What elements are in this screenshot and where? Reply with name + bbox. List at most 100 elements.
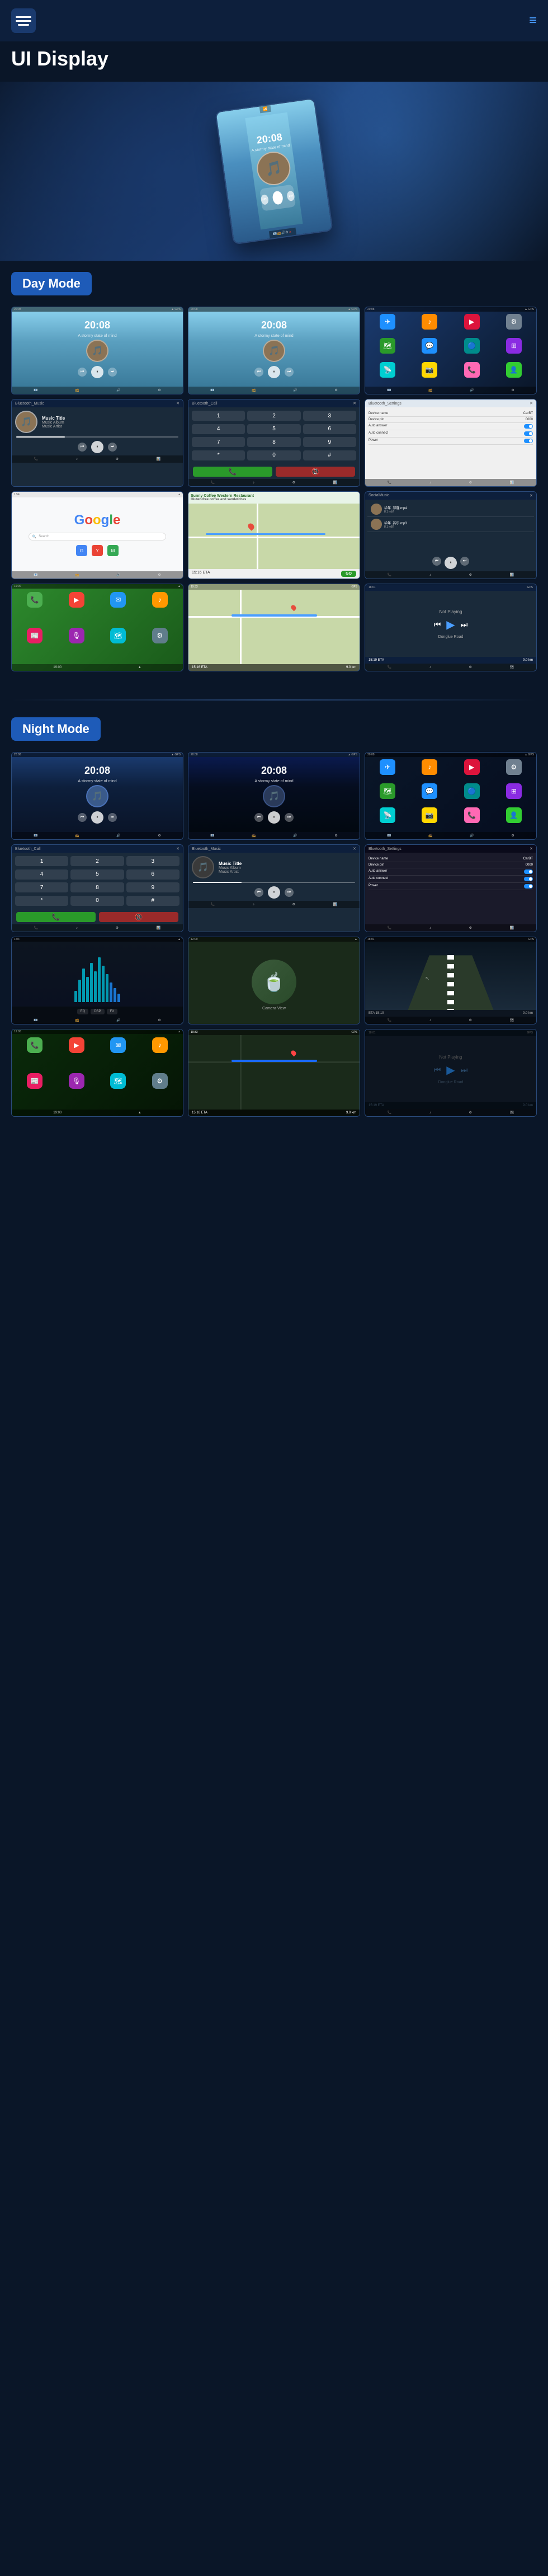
day-google-shortcut-2[interactable]: Y — [92, 545, 103, 556]
night-app-camera[interactable]: 📷 — [422, 807, 437, 823]
day-num-2[interactable]: 2 — [247, 411, 300, 421]
night-bt-music-close[interactable]: ✕ — [353, 847, 356, 851]
night-bt-settings-close[interactable]: ✕ — [530, 847, 533, 851]
night-bt-call-close[interactable]: ✕ — [176, 847, 179, 851]
night-app-extra[interactable]: ⊞ — [506, 783, 522, 799]
night-bt-play[interactable]: ⏸ — [268, 886, 280, 899]
day-google-search-bar[interactable]: 🔍 Search — [29, 533, 167, 540]
day-bt-auto-answer-toggle[interactable] — [524, 424, 533, 429]
day-google-shortcut-3[interactable]: M — [107, 545, 119, 556]
night-bt-auto-connect-toggle[interactable] — [524, 877, 533, 881]
day-social-item-1[interactable]: 华年_祁隆.mp4 8.1 mb? — [367, 502, 534, 517]
night-app-music[interactable]: ♪ — [422, 759, 437, 775]
night-bt-power-toggle[interactable] — [524, 884, 533, 889]
day-end-btn[interactable]: 📵 — [276, 467, 355, 477]
day-launch-settings[interactable]: ⚙ — [152, 628, 168, 643]
night-app-maps[interactable]: 🗺 — [380, 783, 395, 799]
day-next-2[interactable]: ⏭ — [285, 368, 294, 377]
night-num-0[interactable]: 0 — [70, 896, 124, 906]
night-np-prev[interactable]: ⏮ — [434, 1065, 441, 1075]
day-call-btn[interactable]: 📞 — [193, 467, 272, 477]
night-num-3[interactable]: 3 — [126, 856, 179, 866]
night-app-social[interactable]: 👤 — [506, 807, 522, 823]
day-launch-messages[interactable]: ✉ — [110, 592, 126, 608]
day-num-7[interactable]: 7 — [192, 437, 245, 447]
hero-prev-btn[interactable]: ⏮ — [260, 194, 269, 205]
hero-pause-btn[interactable]: ⏸ — [272, 190, 284, 205]
night-launch-news[interactable]: 📰 — [27, 1073, 42, 1089]
night-launch-phone[interactable]: 📞 — [27, 1037, 42, 1053]
night-prev-1[interactable]: ⏮ — [78, 813, 87, 822]
night-app-youtube[interactable]: ▶ — [464, 759, 480, 775]
night-launch-podcasts[interactable]: 🎙 — [69, 1073, 84, 1089]
day-launch-maps[interactable]: 🗺 — [110, 628, 126, 643]
night-next-1[interactable]: ⏭ — [108, 813, 117, 822]
menu-icon[interactable]: ≡ — [529, 13, 537, 29]
day-app-wechat[interactable]: 💬 — [422, 338, 437, 354]
day-google-shortcut-1[interactable]: G — [76, 545, 87, 556]
day-bt-power-toggle[interactable] — [524, 439, 533, 443]
night-num-1[interactable]: 1 — [15, 856, 68, 866]
day-app-bt[interactable]: 🔵 — [464, 338, 480, 354]
night-eq-ctrl-3[interactable]: FX — [107, 1009, 118, 1014]
day-num-1[interactable]: 1 — [192, 411, 245, 421]
night-launch-music[interactable]: ♪ — [152, 1037, 168, 1053]
night-app-wechat[interactable]: 💬 — [422, 783, 437, 799]
night-launch-messages[interactable]: ✉ — [110, 1037, 126, 1053]
day-social-item-2[interactable]: 华年_其乐.mp3 8.1 mb? — [367, 517, 534, 532]
day-app-maps[interactable]: 🗺 — [380, 338, 395, 354]
day-app-social[interactable]: 👤 — [506, 362, 522, 378]
day-app-telegram[interactable]: ✈ — [380, 314, 395, 330]
night-bt-auto-answer-toggle[interactable] — [524, 869, 533, 874]
day-prev-2[interactable]: ⏮ — [254, 368, 263, 377]
day-app-settings[interactable]: ⚙ — [506, 314, 522, 330]
night-num-star[interactable]: * — [15, 896, 68, 906]
day-num-5[interactable]: 5 — [247, 424, 300, 434]
day-np-prev[interactable]: ⏮ — [434, 620, 441, 629]
day-bt-prev[interactable]: ⏮ — [78, 443, 87, 452]
night-num-7[interactable]: 7 — [15, 882, 68, 892]
night-num-2[interactable]: 2 — [70, 856, 124, 866]
night-app-phone[interactable]: 📞 — [464, 807, 480, 823]
night-num-6[interactable]: 6 — [126, 869, 179, 880]
day-app-wifi[interactable]: 📡 — [380, 362, 395, 378]
day-num-9[interactable]: 9 — [303, 437, 356, 447]
day-app-camera[interactable]: 📷 — [422, 362, 437, 378]
night-num-8[interactable]: 8 — [70, 882, 124, 892]
day-play-1[interactable]: ⏸ — [91, 366, 103, 378]
night-play-2[interactable]: ⏸ — [268, 811, 280, 824]
day-social-next[interactable]: ⏭ — [460, 557, 469, 566]
day-launch-youtube[interactable]: ▶ — [69, 592, 84, 608]
day-app-phone[interactable]: 📞 — [464, 362, 480, 378]
night-app-settings[interactable]: ⚙ — [506, 759, 522, 775]
day-launch-news[interactable]: 📰 — [27, 628, 42, 643]
day-num-8[interactable]: 8 — [247, 437, 300, 447]
night-num-9[interactable]: 9 — [126, 882, 179, 892]
day-num-hash[interactable]: # — [303, 450, 356, 460]
day-bt-auto-connect-toggle[interactable] — [524, 431, 533, 436]
day-launch-phone[interactable]: 📞 — [27, 592, 42, 608]
day-play-2[interactable]: ⏸ — [268, 366, 280, 378]
night-eq-ctrl-1[interactable]: EQ — [77, 1009, 89, 1014]
day-next-1[interactable]: ⏭ — [108, 368, 117, 377]
night-num-4[interactable]: 4 — [15, 869, 68, 880]
day-num-4[interactable]: 4 — [192, 424, 245, 434]
night-next-2[interactable]: ⏭ — [285, 813, 294, 822]
night-app-wifi[interactable]: 📡 — [380, 807, 395, 823]
day-app-youtube[interactable]: ▶ — [464, 314, 480, 330]
day-prev-1[interactable]: ⏮ — [78, 368, 87, 377]
day-num-6[interactable]: 6 — [303, 424, 356, 434]
night-np-next[interactable]: ⏭ — [461, 1065, 468, 1075]
night-end-btn[interactable]: 📵 — [99, 912, 178, 922]
night-launch-youtube[interactable]: ▶ — [69, 1037, 84, 1053]
night-num-5[interactable]: 5 — [70, 869, 124, 880]
day-num-star[interactable]: * — [192, 450, 245, 460]
day-go-button[interactable]: GO — [341, 571, 356, 577]
night-launch-settings[interactable]: ⚙ — [152, 1073, 168, 1089]
day-num-0[interactable]: 0 — [247, 450, 300, 460]
day-app-extra[interactable]: ⊞ — [506, 338, 522, 354]
day-np-play[interactable]: ▶ — [446, 618, 455, 632]
night-prev-2[interactable]: ⏮ — [254, 813, 263, 822]
night-app-telegram[interactable]: ✈ — [380, 759, 395, 775]
night-num-hash[interactable]: # — [126, 896, 179, 906]
